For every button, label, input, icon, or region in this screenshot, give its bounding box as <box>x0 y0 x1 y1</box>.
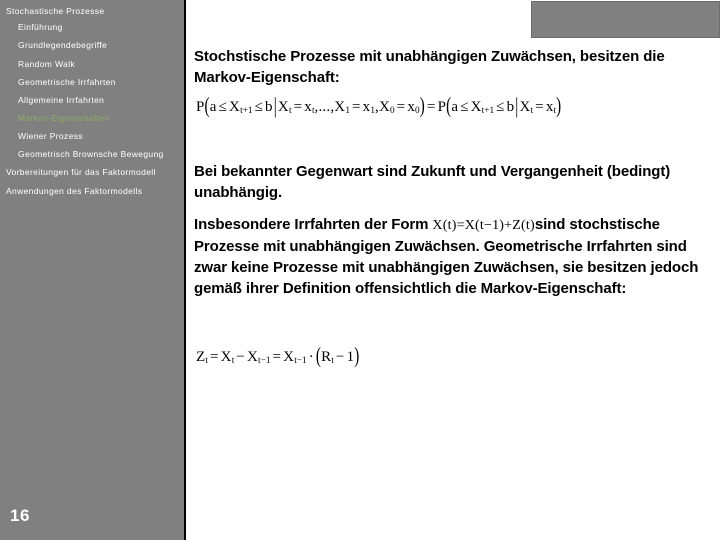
formula-token: = <box>535 99 544 115</box>
formula-token: ≤ <box>254 99 264 115</box>
sidebar-item-markov-eigenschaften[interactable]: Markov-Eigenschaften <box>18 113 110 123</box>
sidebar-item-random-walk[interactable]: Random Walk <box>18 59 75 69</box>
formula-token: X <box>470 99 482 115</box>
formula-token: X <box>378 99 391 115</box>
formula-increment-definition: Zt = Xt − Xt−1 = Xt−1 · (Rt −1) <box>196 345 359 368</box>
sidebar-item-label: Stochastische Prozesse <box>6 6 105 16</box>
formula-paren-close: ) <box>419 95 425 119</box>
formula-conditional-bar: | <box>515 94 519 119</box>
formula-token: X <box>334 99 346 115</box>
formula-token: Z <box>196 349 206 365</box>
page-number: 16 <box>10 506 30 525</box>
formula-token: = <box>293 99 303 115</box>
formula-subscript: t+1 <box>481 106 495 117</box>
inline-formula-random-walk: X(t)=X(t−1)+Z(t) <box>432 218 535 233</box>
formula-paren-close: ) <box>354 345 360 369</box>
formula-token: b <box>265 99 273 115</box>
outline-sidebar: Stochastische Prozesse Einführung Grundl… <box>0 0 186 540</box>
formula-paren-open: ( <box>315 345 322 369</box>
sidebar-item-label: Markov-Eigenschaften <box>18 113 110 123</box>
formula-token: a <box>209 99 217 115</box>
sidebar-item-grundlegendebegriffe[interactable]: Grundlegendebegriffe <box>18 40 107 50</box>
formula-token: ≤ <box>496 99 505 115</box>
formula-token: x <box>304 99 312 115</box>
formula-token: = <box>272 349 282 365</box>
sidebar-item-einfuehrung[interactable]: Einführung <box>18 22 63 32</box>
sidebar-item-label: Allgemeine Irrfahrten <box>18 95 105 105</box>
formula-token: 1 <box>346 349 355 365</box>
sidebar-item-label: Grundlegendebegriffe <box>18 40 108 50</box>
formula-subscript: t+1 <box>240 106 253 117</box>
sidebar-item-allgemeine-irrfahrten[interactable]: Allgemeine Irrfahrten <box>18 95 104 105</box>
sidebar-item-stochastische-prozesse[interactable]: Stochastische Prozesse <box>6 6 104 16</box>
formula-token: X <box>220 349 232 365</box>
sidebar-item-label: Wiener Prozess <box>18 131 83 141</box>
paragraph-conditional-independence: Bei bekannter Gegenwart sind Zukunft und… <box>194 163 675 201</box>
formula-subscript: 0 <box>390 106 395 117</box>
formula-token: x <box>407 99 416 115</box>
formula-token: − <box>335 349 345 365</box>
slide-canvas: Stochastische Prozesse Einführung Grundl… <box>0 0 720 540</box>
formula-token: = <box>351 99 361 115</box>
formula-subscript: t−1 <box>258 356 271 367</box>
formula-ellipsis: ,..., <box>314 99 335 115</box>
formula-token: P <box>196 99 205 115</box>
sidebar-item-geometrisch-brownsche-bewegung[interactable]: Geometrisch Brownsche Bewegung <box>18 149 164 159</box>
sidebar-item-vorbereitungen-faktormodell[interactable]: Vorbereitungen für das Faktormodell <box>6 167 156 177</box>
formula-token: = <box>209 349 219 365</box>
sidebar-item-label: Geometrisch Brownsche Bewegung <box>18 149 164 159</box>
formula-token: X <box>519 99 531 115</box>
formula-paren-close: ) <box>556 95 562 119</box>
formula-markov-property: P(a ≤ Xt+1 ≤ b|Xt = xt,...,X1 = x1,X0 = x0) = P(a ≤ Xt… <box>196 95 561 119</box>
sidebar-item-anwendungen-faktormodells[interactable]: Anwendungen des Faktormodells <box>6 186 142 196</box>
formula-token: X <box>277 99 289 115</box>
sidebar-item-label: Geometrische Irrfahrten <box>18 77 116 87</box>
sidebar-item-label: Random Walk <box>18 59 75 69</box>
formula-token: ≤ <box>460 99 469 115</box>
formula-subscript: t−1 <box>294 356 307 367</box>
formula-token: X <box>229 99 241 115</box>
sidebar-item-label: Vorbereitungen für das Faktormodell <box>6 167 156 177</box>
formula-paren-open: ( <box>204 95 210 119</box>
formula-token: · <box>308 349 314 365</box>
formula-token: R <box>321 349 332 365</box>
formula-token: X <box>283 349 295 365</box>
formula-conditional-bar: | <box>273 94 277 119</box>
formula-paren-open: ( <box>446 95 452 119</box>
formula-token: x <box>545 99 554 115</box>
paragraph-random-walk-explanation: Insbesondere Irrfahrten der Form X(t)=X(… <box>194 214 704 299</box>
formula-token: = <box>396 99 406 115</box>
sidebar-item-geometrische-irrfahrten[interactable]: Geometrische Irrfahrten <box>18 77 116 87</box>
paragraph-text-part-1: Insbesondere Irrfahrten der Form <box>194 216 433 233</box>
sidebar-item-wiener-prozess[interactable]: Wiener Prozess <box>18 131 83 141</box>
formula-token: = <box>426 99 436 115</box>
formula-token: ≤ <box>218 99 228 115</box>
formula-token: − <box>236 349 245 365</box>
formula-token: X <box>246 349 258 365</box>
sidebar-item-label: Anwendungen des Faktormodells <box>6 186 143 196</box>
formula-token: b <box>506 99 515 115</box>
slide-content: Stochstische Prozesse mit unabhängigen Z… <box>190 0 720 540</box>
sidebar-item-label: Einführung <box>18 22 63 32</box>
paragraph-markov-property-intro: Stochstische Prozesse mit unabhängigen Z… <box>194 48 669 86</box>
formula-token: P <box>437 99 447 115</box>
